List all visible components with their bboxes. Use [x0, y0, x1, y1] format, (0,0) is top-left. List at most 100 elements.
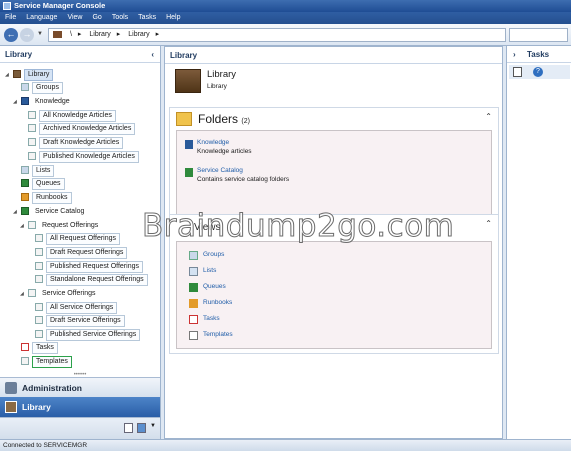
watermark-text: Braindump2go.com: [141, 208, 455, 245]
title-bar: Service Manager Console: [0, 0, 571, 12]
tree-item-draft-service-offerings[interactable]: Draft Service Offerings: [27, 315, 125, 327]
expand-icon[interactable]: ◢: [13, 207, 21, 218]
tree-item-published-request-offerings[interactable]: Published Request Offerings: [27, 261, 143, 273]
workspace-library-button[interactable]: Library: [0, 397, 160, 417]
expand-icon[interactable]: ◢: [20, 289, 28, 300]
tree-item-published-service-offerings[interactable]: Published Service Offerings: [27, 329, 141, 341]
offering-icon: [35, 262, 43, 271]
tree-item-runbooks[interactable]: Runbooks: [13, 192, 72, 204]
app-icon: [3, 2, 11, 10]
tree-item-templates[interactable]: Templates: [13, 356, 72, 368]
tree-item-draft-request-offerings[interactable]: Draft Request Offerings: [27, 247, 128, 259]
service-catalog-icon: [21, 207, 29, 216]
menu-tasks[interactable]: Tasks: [133, 12, 161, 24]
window-title: Service Manager Console: [14, 1, 106, 10]
history-dropdown-icon[interactable]: ▼: [37, 31, 43, 37]
tasks-icon: [189, 315, 198, 324]
workspace-administration-button[interactable]: Administration: [0, 377, 160, 397]
tree-item-knowledge[interactable]: ◢ Knowledge: [13, 96, 73, 108]
templates-icon: [189, 331, 198, 340]
breadcrumb-root[interactable]: \: [70, 31, 72, 38]
tree-item-draft-knowledge-articles[interactable]: Draft Knowledge Articles: [20, 137, 124, 149]
expand-icon[interactable]: ◢: [5, 70, 13, 81]
tasks-pane-header: › Tasks: [507, 46, 571, 63]
administration-icon: [5, 382, 17, 394]
library-title: Library: [207, 69, 237, 80]
chevron-right-icon[interactable]: ▸: [156, 31, 160, 38]
menu-go[interactable]: Go: [87, 12, 106, 24]
offering-icon: [35, 330, 43, 339]
library-icon: [5, 401, 17, 413]
library-crumb-icon: [53, 30, 62, 38]
expand-icon[interactable]: ◢: [13, 97, 21, 108]
tree-item-groups[interactable]: Groups: [13, 82, 63, 94]
tree-item-tasks[interactable]: Tasks: [13, 342, 58, 354]
folders-header[interactable]: Folders (2) ⌃: [170, 108, 498, 132]
tree-item-library[interactable]: ◢ Library: [5, 69, 54, 81]
tree-item-service-catalog[interactable]: ◢ Service Catalog: [13, 206, 87, 218]
breadcrumb-library-2[interactable]: Library: [128, 31, 149, 38]
article-icon: [28, 152, 36, 161]
library-subtitle: Library: [207, 83, 227, 90]
knowledge-icon: [185, 140, 193, 149]
menu-view[interactable]: View: [62, 12, 87, 24]
templates-icon: [21, 357, 29, 366]
offering-icon: [35, 303, 43, 312]
service-catalog-icon: [185, 168, 193, 177]
tasks-pane: › Tasks ?: [506, 46, 571, 439]
runbooks-icon: [189, 299, 198, 308]
tasks-icon[interactable]: [513, 67, 522, 77]
offering-icon: [35, 248, 43, 257]
chevron-right-icon[interactable]: ▸: [78, 31, 82, 38]
menu-language[interactable]: Language: [21, 12, 62, 24]
expand-icon[interactable]: ◢: [20, 221, 28, 232]
lists-icon: [21, 166, 29, 175]
chevron-up-icon[interactable]: ⌃: [485, 219, 492, 228]
library-icon: [13, 70, 21, 79]
address-bar[interactable]: \▸ Library▸ Library▸ ▼ ↻: [48, 28, 547, 42]
back-button[interactable]: ←: [4, 28, 18, 42]
tree-item-queues[interactable]: Queues: [13, 178, 65, 190]
tree-item-request-offerings[interactable]: ◢ Request Offerings: [20, 220, 101, 232]
results-pane-title: Library: [170, 51, 198, 60]
article-icon: [28, 124, 36, 133]
search-input[interactable]: [509, 28, 568, 42]
navigation-pane-title: Library: [5, 50, 33, 59]
navigation-pane-header: Library ‹: [0, 46, 160, 63]
lists-icon: [189, 267, 198, 276]
tree-item-service-offerings[interactable]: ◢ Service Offerings: [20, 288, 99, 300]
tree-item-published-knowledge-articles[interactable]: Published Knowledge Articles: [20, 151, 139, 163]
menu-file[interactable]: File: [0, 12, 21, 24]
article-icon: [28, 138, 36, 147]
overflow-dropdown-icon[interactable]: ▼: [150, 423, 156, 429]
config-icon[interactable]: [137, 423, 146, 433]
menu-tools[interactable]: Tools: [107, 12, 133, 24]
expand-pane-icon[interactable]: ›: [513, 46, 516, 63]
navigation-pane: Library ‹ ◢ Library Groups ◢ Knowledge All…: [0, 46, 161, 439]
status-bar: Connected to SERVICEMGR: [0, 439, 571, 451]
chevron-up-icon[interactable]: ⌃: [485, 112, 492, 121]
runbooks-icon: [21, 193, 29, 202]
tree-item-lists[interactable]: Lists: [13, 165, 55, 177]
breadcrumb-library-1[interactable]: Library: [89, 31, 110, 38]
tree-item-all-knowledge-articles[interactable]: All Knowledge Articles: [20, 110, 116, 122]
tasks-icon[interactable]: [124, 423, 133, 433]
forward-button[interactable]: →: [20, 28, 34, 42]
menu-help[interactable]: Help: [161, 12, 185, 24]
results-pane-header: Library: [165, 47, 502, 64]
tree-item-all-service-offerings[interactable]: All Service Offerings: [27, 302, 118, 314]
tree-item-standalone-request-offerings[interactable]: Standalone Request Offerings: [27, 274, 148, 286]
collapse-pane-icon[interactable]: ‹: [151, 46, 154, 63]
article-icon: [28, 111, 36, 120]
chevron-right-icon[interactable]: ▸: [117, 31, 121, 38]
tree-item-all-request-offerings[interactable]: All Request Offerings: [27, 233, 121, 245]
tasks-pane-title: Tasks: [527, 50, 550, 59]
queues-icon: [189, 283, 198, 292]
groups-icon: [21, 83, 29, 92]
help-icon[interactable]: ?: [533, 67, 543, 77]
workspace-overflow-bar: ▼: [0, 417, 160, 439]
knowledge-icon: [21, 97, 29, 106]
groups-icon: [189, 251, 198, 260]
offering-icon: [35, 275, 43, 284]
tree-item-archived-knowledge-articles[interactable]: Archived Knowledge Articles: [20, 123, 136, 135]
